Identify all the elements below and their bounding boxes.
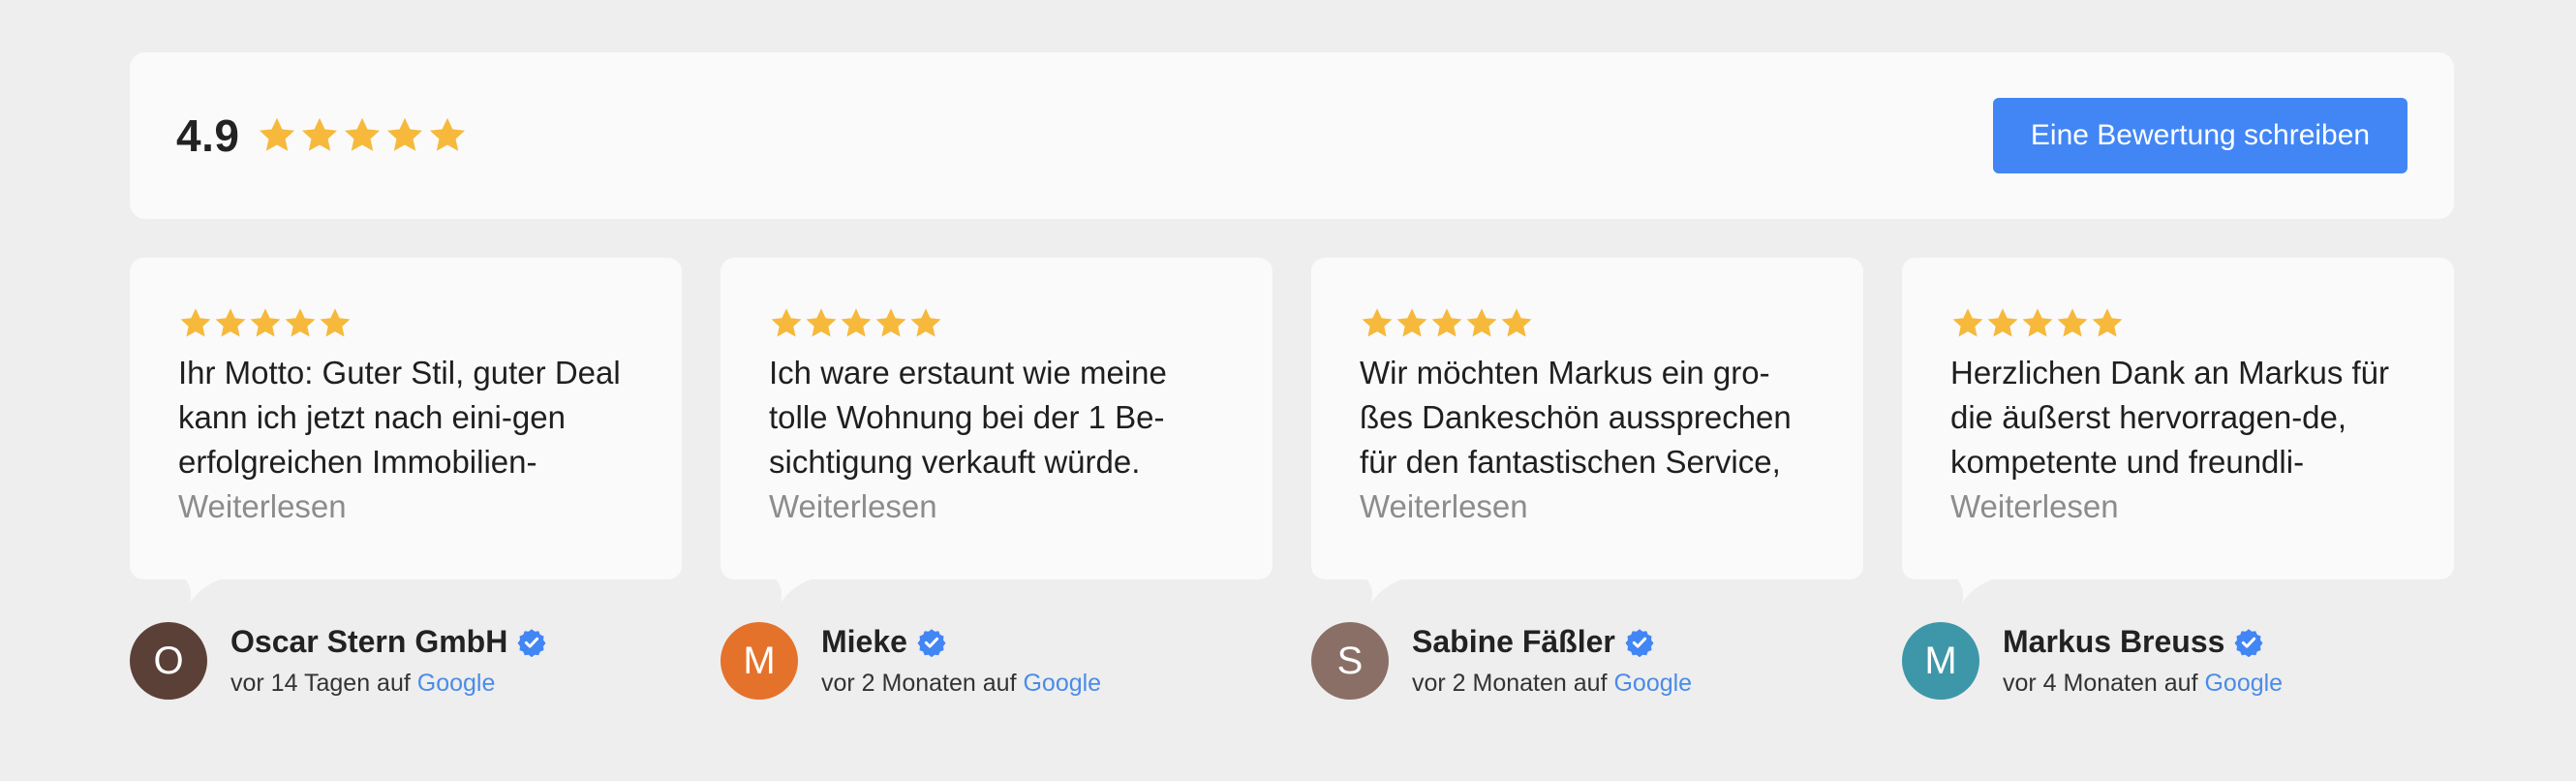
author-name[interactable]: Markus Breuss: [2003, 624, 2224, 660]
star-icon: [1431, 308, 1462, 337]
author-line: Markus Breuss: [2003, 624, 2283, 660]
star-icon: [430, 117, 466, 151]
review-stars: [1950, 304, 2406, 343]
review-bubble: Ich ware erstaunt wie meine tolle Wohnun…: [721, 258, 1273, 603]
review-meta: vor 2 Monaten auf Google: [821, 670, 1101, 698]
star-icon: [302, 117, 338, 151]
review-meta: vor 4 Monaten auf Google: [2003, 670, 2283, 698]
review-author: M Mieke vor 2 Monaten auf Google: [721, 622, 1273, 700]
review-source-link[interactable]: Google: [1613, 670, 1692, 697]
average-rating: 4.9: [176, 110, 240, 161]
review-time: vor 14 Tagen auf: [230, 670, 411, 697]
review-stars: [178, 304, 633, 343]
review-bubble: Herzlichen Dank an Markus für die äußers…: [1902, 258, 2454, 603]
verified-badge-icon: [2234, 628, 2263, 657]
star-icon: [2022, 308, 2053, 337]
read-more-link[interactable]: Weiterlesen: [1950, 484, 2406, 529]
review-text: Ihr Motto: Guter Stil, guter Deal kann i…: [178, 355, 621, 480]
review-source-link[interactable]: Google: [2204, 670, 2283, 697]
star-icon: [1362, 308, 1393, 337]
read-more-link[interactable]: Weiterlesen: [1360, 484, 1815, 529]
review-text: Herzlichen Dank an Markus für die äußers…: [1950, 355, 2390, 480]
review-author: S Sabine Fäßler vor 2 Monaten auf Google: [1311, 622, 1863, 700]
review-time: vor 2 Monaten auf: [821, 670, 1017, 697]
star-icon: [1466, 308, 1497, 337]
avatar[interactable]: S: [1311, 622, 1389, 700]
author-info: Oscar Stern GmbH vor 14 Tagen auf Google: [230, 624, 546, 698]
review-stars: [769, 304, 1224, 343]
review-time: vor 4 Monaten auf: [2003, 670, 2198, 697]
review-card: Ihr Motto: Guter Stil, guter Deal kann i…: [130, 258, 682, 700]
read-more-link[interactable]: Weiterlesen: [178, 484, 633, 529]
avatar[interactable]: M: [1902, 622, 1979, 700]
review-text: Ich ware erstaunt wie meine tolle Wohnun…: [769, 355, 1167, 480]
author-info: Markus Breuss vor 4 Monaten auf Google: [2003, 624, 2283, 698]
review-card: Wir möchten Markus ein gro-ßes Dankeschö…: [1311, 258, 1863, 700]
speech-bubble-tail: [184, 578, 227, 603]
speech-bubble-tail: [1365, 578, 1408, 603]
author-info: Sabine Fäßler vor 2 Monaten auf Google: [1412, 624, 1692, 698]
author-name[interactable]: Sabine Fäßler: [1412, 624, 1615, 660]
review-bubble: Ihr Motto: Guter Stil, guter Deal kann i…: [130, 258, 682, 603]
review-author: M Markus Breuss vor 4 Monaten auf Google: [1902, 622, 2454, 700]
star-icon: [215, 308, 246, 337]
review-card: Ich ware erstaunt wie meine tolle Wohnun…: [721, 258, 1273, 700]
review-stars: [1360, 304, 1815, 343]
star-icon: [1952, 308, 1983, 337]
star-icon: [387, 117, 423, 151]
star-icon: [771, 308, 802, 337]
star-icon: [841, 308, 872, 337]
star-icon: [250, 308, 281, 337]
review-list: Ihr Motto: Guter Stil, guter Deal kann i…: [130, 258, 2454, 700]
author-info: Mieke vor 2 Monaten auf Google: [821, 624, 1101, 698]
star-icon: [320, 308, 351, 337]
star-icon: [180, 308, 211, 337]
author-name[interactable]: Oscar Stern GmbH: [230, 624, 507, 660]
star-icon: [875, 308, 906, 337]
author-name[interactable]: Mieke: [821, 624, 907, 660]
rating-summary-bar: 4.9 Eine Bewertung schreiben: [130, 52, 2454, 219]
star-icon: [260, 117, 295, 151]
review-text: Wir möchten Markus ein gro-ßes Dankeschö…: [1360, 355, 1792, 480]
star-icon: [2092, 308, 2123, 337]
star-icon: [1396, 308, 1427, 337]
speech-bubble-tail: [775, 578, 817, 603]
review-source-link[interactable]: Google: [417, 670, 496, 697]
review-bubble: Wir möchten Markus ein gro-ßes Dankeschö…: [1311, 258, 1863, 603]
avatar[interactable]: M: [721, 622, 798, 700]
star-icon: [345, 117, 381, 151]
rating-summary: 4.9: [176, 109, 470, 162]
star-icon: [806, 308, 837, 337]
review-author: O Oscar Stern GmbH vor 14 Tagen auf Goog…: [130, 622, 682, 700]
verified-badge-icon: [917, 628, 946, 657]
verified-badge-icon: [517, 628, 546, 657]
star-icon: [910, 308, 941, 337]
review-source-link[interactable]: Google: [1023, 670, 1101, 697]
reviews-widget: 4.9 Eine Bewertung schreiben Ihr Motto: …: [130, 52, 2454, 700]
review-meta: vor 14 Tagen auf Google: [230, 670, 546, 698]
read-more-link[interactable]: Weiterlesen: [769, 484, 1224, 529]
author-line: Mieke: [821, 624, 1101, 660]
review-card: Herzlichen Dank an Markus für die äußers…: [1902, 258, 2454, 700]
author-line: Sabine Fäßler: [1412, 624, 1692, 660]
star-icon: [285, 308, 316, 337]
star-icon: [1987, 308, 2018, 337]
speech-bubble-tail: [1956, 578, 1999, 603]
summary-stars: [257, 115, 470, 156]
avatar[interactable]: O: [130, 622, 207, 700]
review-time: vor 2 Monaten auf: [1412, 670, 1608, 697]
star-icon: [1501, 308, 1532, 337]
review-meta: vor 2 Monaten auf Google: [1412, 670, 1692, 698]
write-review-button[interactable]: Eine Bewertung schreiben: [1993, 98, 2407, 173]
verified-badge-icon: [1625, 628, 1654, 657]
author-line: Oscar Stern GmbH: [230, 624, 546, 660]
star-icon: [2057, 308, 2088, 337]
